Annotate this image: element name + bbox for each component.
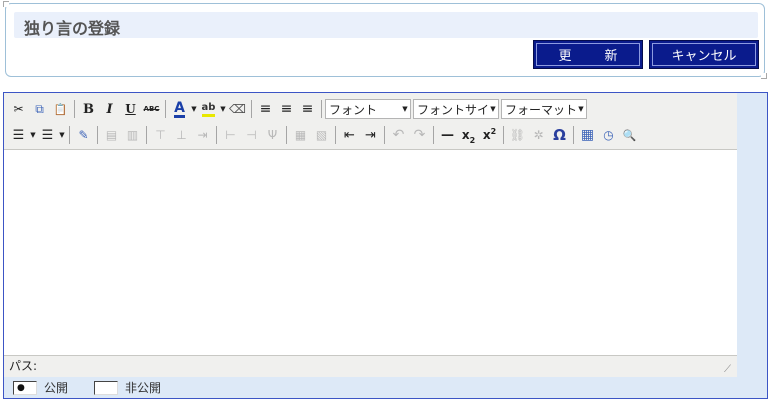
toolbar-row-2: ☰ ▼ ☰ ▼ ✎ ▤ ▥ ⊤ ⊥ ⇥ ⊢ ⊣ Ψ ▦ ▧ ⇤ ⇥ ↶ ↷ — …: [8, 123, 640, 147]
insert-date-icon[interactable]: ▦: [577, 125, 598, 146]
column-delete-icon[interactable]: Ψ: [262, 125, 283, 146]
table-insert-icon[interactable]: ▤: [101, 125, 122, 146]
column-insert-after-icon[interactable]: ⊣: [241, 125, 262, 146]
toolbar-separator: [69, 126, 70, 144]
private-radio[interactable]: 非公開: [94, 379, 161, 396]
corner-mark: [761, 73, 767, 79]
indent-icon[interactable]: ⇥: [360, 125, 381, 146]
toolbar-separator: [165, 100, 166, 118]
editor-content-area[interactable]: [4, 150, 737, 356]
undo-icon[interactable]: ↶: [388, 125, 409, 146]
toolbar-separator: [251, 100, 252, 118]
path-label: パス:: [9, 359, 38, 373]
toolbar-separator: [433, 126, 434, 144]
align-left-icon[interactable]: ≡: [255, 99, 276, 120]
update-button[interactable]: 更新: [533, 40, 643, 69]
row-insert-before-icon[interactable]: ⊤: [150, 125, 171, 146]
special-character-icon[interactable]: Ω: [549, 125, 570, 146]
italic-button[interactable]: I: [99, 99, 120, 120]
row-delete-icon[interactable]: ⇥: [192, 125, 213, 146]
toolbar-separator: [335, 126, 336, 144]
editor-toolbar: ✂ ⧉ 📋 B I U ABC A ▼ ab ▼ ⌫ ≡ ≡ ≡ フォント ▼ …: [4, 93, 737, 150]
entry-header-panel: 独り言の登録 更新 キャンセル: [3, 1, 767, 79]
editor-path-bar: パス: ⟋: [4, 356, 737, 377]
copy-icon[interactable]: ⧉: [29, 99, 50, 120]
column-insert-before-icon[interactable]: ⊢: [220, 125, 241, 146]
align-right-icon[interactable]: ≡: [297, 99, 318, 120]
format-select-value: フォーマット: [505, 102, 578, 117]
cut-icon[interactable]: ✂: [8, 99, 29, 120]
chevron-down-icon[interactable]: ▼: [190, 99, 198, 120]
private-radio-label: 非公開: [125, 381, 162, 395]
chevron-down-icon: ▼: [576, 100, 586, 118]
edit-html-icon[interactable]: ✎: [73, 125, 94, 146]
underline-button[interactable]: U: [120, 99, 141, 120]
chevron-down-icon: ▼: [400, 100, 410, 118]
font-color-icon[interactable]: A: [169, 99, 190, 120]
toolbar-separator: [321, 100, 322, 118]
outdent-icon[interactable]: ⇤: [339, 125, 360, 146]
update-button-label: 更新: [558, 49, 651, 64]
rich-text-editor: ✂ ⧉ 📋 B I U ABC A ▼ ab ▼ ⌫ ≡ ≡ ≡ フォント ▼ …: [3, 92, 768, 378]
eraser-icon[interactable]: ⌫: [227, 99, 248, 120]
toolbar-separator: [216, 126, 217, 144]
visibility-options: ● 公開 非公開: [3, 377, 768, 399]
radio-selected-icon[interactable]: ●: [13, 380, 37, 395]
public-radio-label: 公開: [44, 381, 69, 395]
toolbar-separator: [97, 126, 98, 144]
align-center-icon[interactable]: ≡: [276, 99, 297, 120]
chevron-down-icon[interactable]: ▼: [29, 125, 37, 146]
strikethrough-button[interactable]: ABC: [141, 99, 162, 120]
split-cells-icon[interactable]: ▧: [311, 125, 332, 146]
toolbar-separator: [503, 126, 504, 144]
font-size-select-value: フォントサイズ: [417, 102, 498, 117]
font-size-select[interactable]: フォントサイズ ▼: [413, 99, 499, 119]
bullet-list-icon[interactable]: ☰: [8, 125, 29, 146]
toolbar-separator: [74, 100, 75, 118]
superscript-icon[interactable]: x2: [479, 125, 500, 146]
toolbar-separator: [573, 126, 574, 144]
row-insert-after-icon[interactable]: ⊥: [171, 125, 192, 146]
preview-icon[interactable]: 🔍: [619, 125, 640, 146]
font-select-value: フォント: [329, 102, 378, 117]
toolbar-separator: [384, 126, 385, 144]
resize-grip-icon[interactable]: ⟋: [724, 364, 735, 375]
chevron-down-icon[interactable]: ▼: [219, 99, 227, 120]
table-properties-icon[interactable]: ▥: [122, 125, 143, 146]
link-icon[interactable]: ⛓: [507, 125, 528, 146]
toolbar-separator: [146, 126, 147, 144]
background-color-icon[interactable]: ab: [198, 99, 219, 120]
numbered-list-icon[interactable]: ☰: [37, 125, 58, 146]
subscript-icon[interactable]: x2: [458, 125, 479, 146]
horizontal-rule-icon[interactable]: —: [437, 125, 458, 146]
merge-cells-icon[interactable]: ▦: [290, 125, 311, 146]
unlink-icon[interactable]: ✲: [528, 125, 549, 146]
redo-icon[interactable]: ↷: [409, 125, 430, 146]
cancel-button[interactable]: キャンセル: [649, 40, 759, 69]
chevron-down-icon: ▼: [488, 100, 498, 118]
public-radio[interactable]: ● 公開: [13, 379, 68, 396]
toolbar-row-1: ✂ ⧉ 📋 B I U ABC A ▼ ab ▼ ⌫ ≡ ≡ ≡ フォント ▼ …: [8, 97, 589, 121]
corner-mark: [3, 1, 9, 7]
title-bar: 独り言の登録: [14, 12, 758, 38]
page-title: 独り言の登録: [24, 19, 121, 38]
format-select[interactable]: フォーマット ▼: [501, 99, 587, 119]
paste-icon[interactable]: 📋: [50, 99, 71, 120]
radio-unselected-icon[interactable]: [94, 380, 119, 395]
chevron-down-icon[interactable]: ▼: [58, 125, 66, 146]
bold-button[interactable]: B: [78, 99, 99, 120]
insert-time-icon[interactable]: ◷: [598, 125, 619, 146]
font-select[interactable]: フォント ▼: [325, 99, 411, 119]
cancel-button-label: キャンセル: [671, 49, 737, 64]
toolbar-separator: [286, 126, 287, 144]
